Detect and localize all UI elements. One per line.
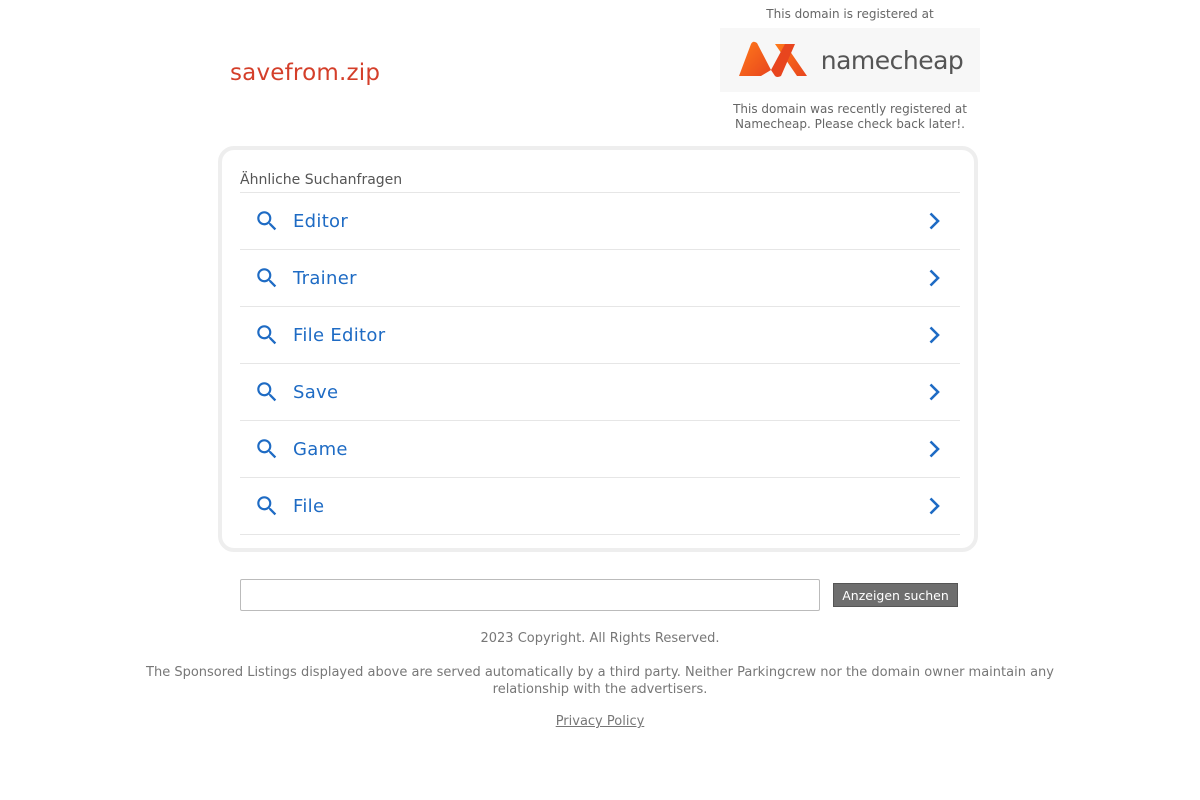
namecheap-wordmark: namecheap — [820, 45, 964, 75]
chevron-right-icon — [922, 380, 946, 404]
chevron-right-icon — [922, 323, 946, 347]
parked-domain-page: savefrom.zip This domain is registered a… — [0, 0, 1200, 800]
related-search-item-trainer[interactable]: Trainer — [240, 250, 960, 307]
related-search-item-save[interactable]: Save — [240, 364, 960, 421]
related-searches-list: Editor Trainer File Editor Save Game Fil… — [240, 192, 960, 535]
related-search-item-file-editor[interactable]: File Editor — [240, 307, 960, 364]
footer: 2023 Copyright. All Rights Reserved. The… — [140, 630, 1060, 729]
search-icon — [254, 265, 280, 291]
search-icon — [254, 493, 280, 519]
chevron-right-icon — [922, 209, 946, 233]
ad-search-button[interactable]: Anzeigen suchen — [833, 583, 958, 607]
sponsored-disclaimer: The Sponsored Listings displayed above a… — [146, 665, 1054, 697]
related-search-label: File Editor — [293, 324, 386, 346]
namecheap-logo[interactable]: namecheap — [720, 28, 980, 92]
related-search-item-editor[interactable]: Editor — [240, 193, 960, 250]
search-icon — [254, 208, 280, 234]
chevron-right-icon — [922, 437, 946, 461]
related-search-label: Game — [293, 438, 348, 460]
registrar-bottom-note-line1: This domain was recently registered at — [733, 102, 967, 116]
related-search-label: Editor — [293, 210, 349, 232]
namecheap-mark-icon — [738, 41, 807, 77]
domain-title: savefrom.zip — [230, 60, 381, 86]
copyright-text: 2023 Copyright. All Rights Reserved. — [480, 631, 720, 646]
related-search-label: Save — [293, 381, 339, 403]
related-searches-heading: Ähnliche Suchanfragen — [240, 172, 403, 188]
related-search-label: File — [293, 495, 325, 517]
chevron-right-icon — [922, 494, 946, 518]
related-search-label: Trainer — [293, 267, 357, 289]
search-icon — [254, 322, 280, 348]
registrar-top-note: This domain is registered at — [766, 7, 934, 21]
search-icon — [254, 379, 280, 405]
related-searches-box: Ähnliche Suchanfragen Editor Trainer Fil… — [218, 146, 978, 552]
privacy-policy-link[interactable]: Privacy Policy — [556, 714, 645, 729]
related-search-item-game[interactable]: Game — [240, 421, 960, 478]
chevron-right-icon — [922, 266, 946, 290]
ad-search-form: Anzeigen suchen — [240, 579, 960, 611]
registrar-panel: This domain is registered at namecheap T… — [720, 6, 980, 132]
related-search-item-file[interactable]: File — [240, 478, 960, 535]
registrar-bottom-note: This domain was recently registered at N… — [720, 102, 980, 132]
ad-search-input[interactable] — [240, 579, 820, 611]
search-icon — [254, 436, 280, 462]
registrar-bottom-note-line2: Namecheap. Please check back later!. — [735, 117, 965, 131]
